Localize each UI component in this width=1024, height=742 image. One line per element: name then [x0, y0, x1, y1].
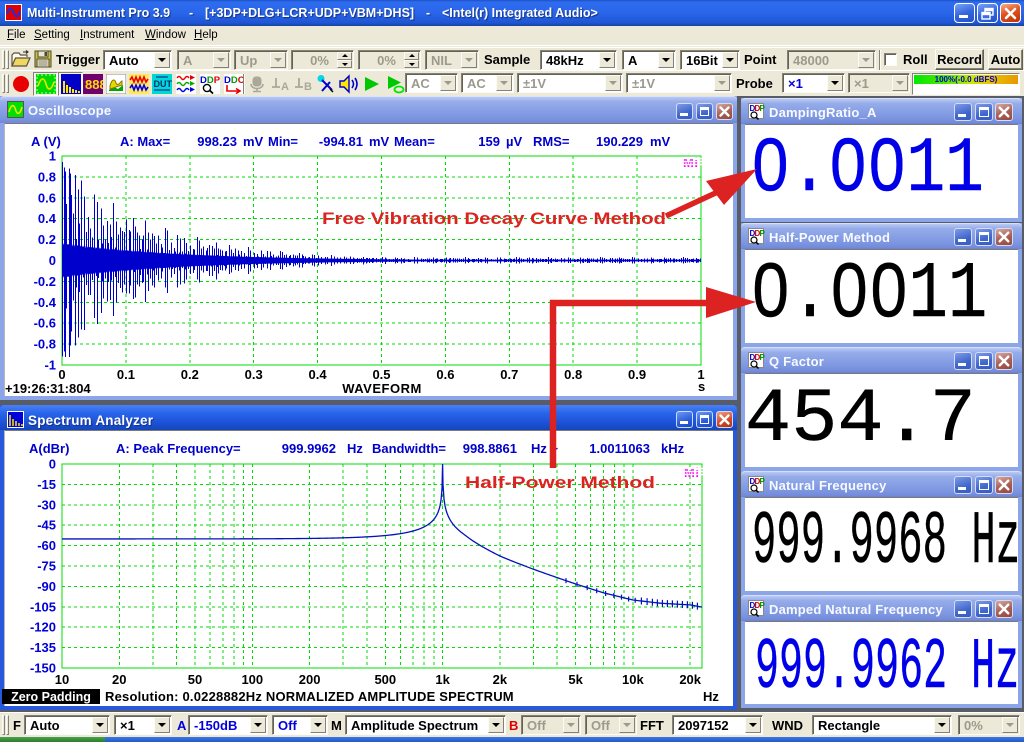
svg-text:P: P: [760, 601, 766, 610]
svg-text:P: P: [760, 353, 766, 362]
svg-text:B: B: [304, 81, 312, 93]
svg-text:A: A: [281, 81, 289, 93]
svg-text:DUT: DUT: [154, 79, 173, 89]
svg-text:P: P: [760, 477, 766, 486]
svg-text:DDP: DDP: [200, 75, 220, 86]
svg-text:888: 888: [85, 77, 103, 92]
svg-text:P: P: [760, 229, 766, 238]
svg-text:P: P: [760, 104, 766, 113]
svg-text:DDC: DDC: [224, 75, 244, 86]
